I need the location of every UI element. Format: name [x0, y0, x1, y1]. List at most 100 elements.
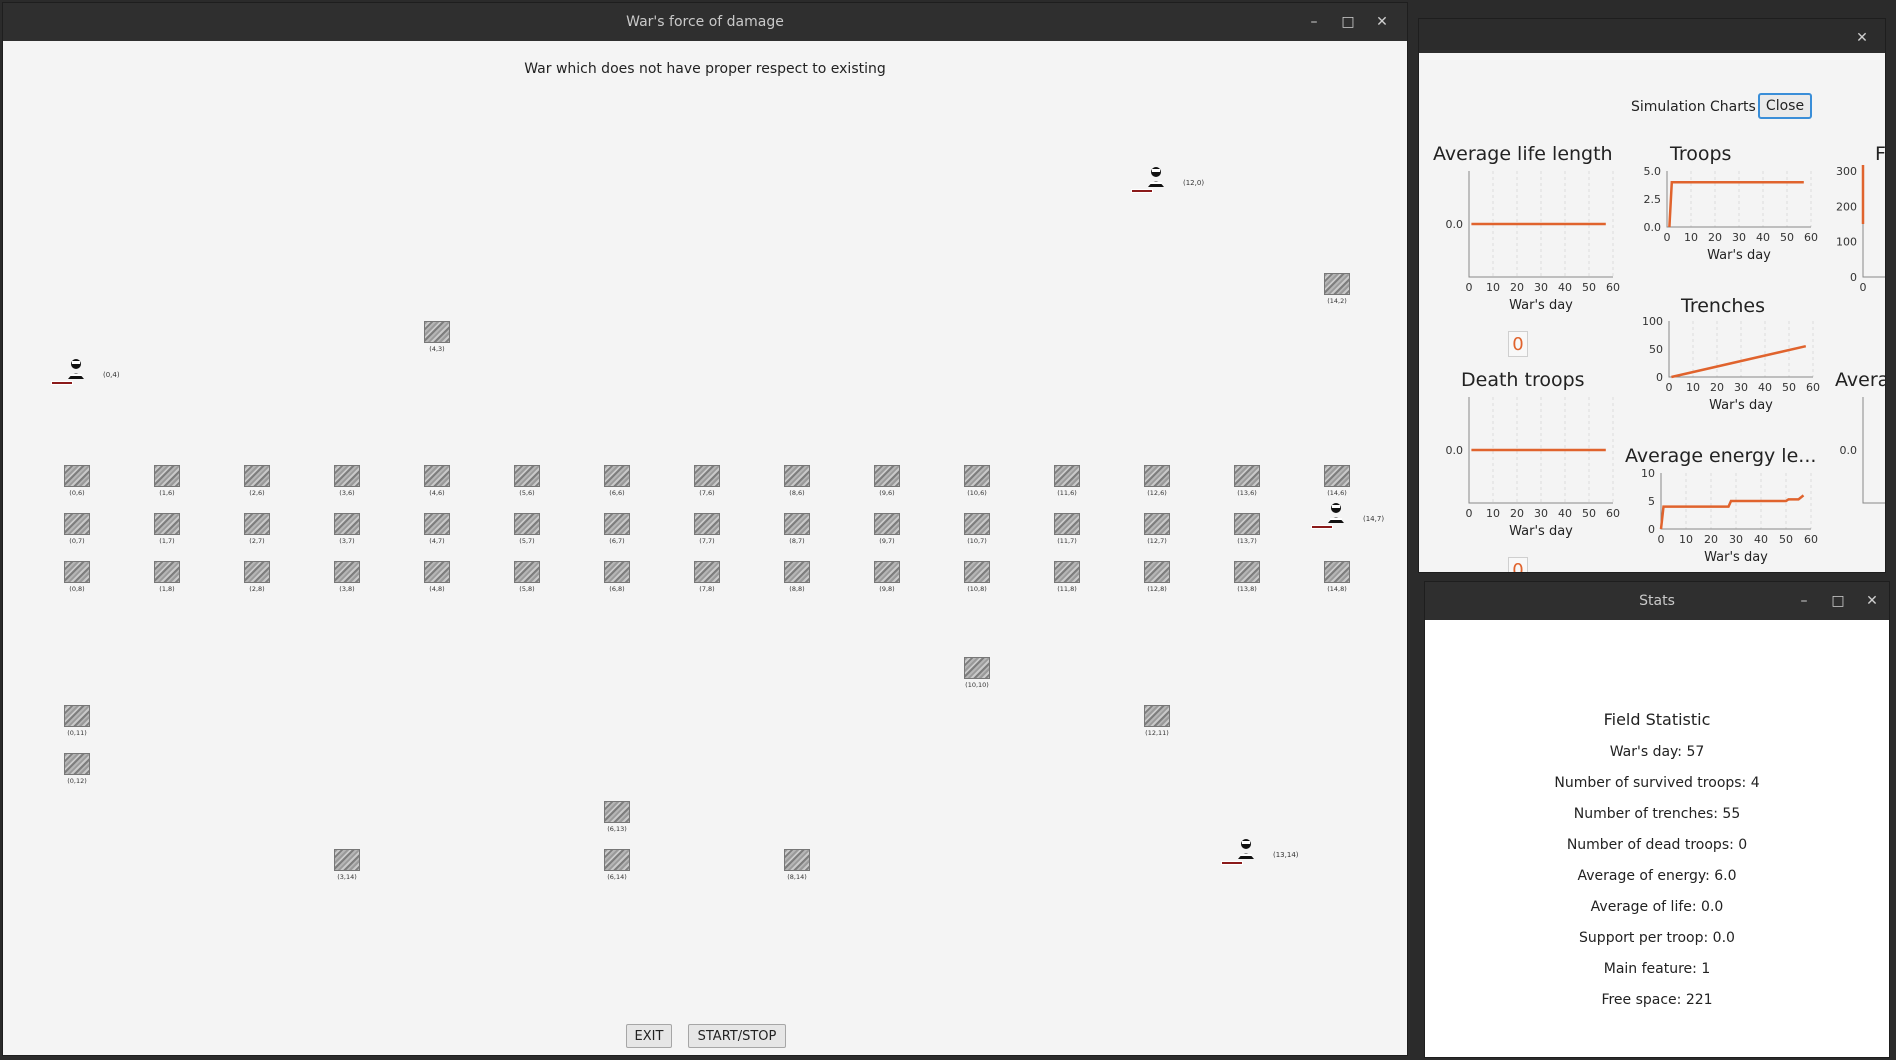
trench-cell[interactable]: (7,8)	[685, 561, 729, 593]
trench-cell[interactable]: (7,7)	[685, 513, 729, 545]
trench-cell[interactable]: (11,6)	[1045, 465, 1089, 497]
troop-unit[interactable]	[1131, 165, 1171, 195]
stat-survived-troops: Number of survived troops: 4	[1554, 775, 1760, 791]
trench-cell[interactable]: (4,8)	[415, 561, 459, 593]
trench-cell[interactable]: (8,7)	[775, 513, 819, 545]
troop-unit[interactable]	[51, 357, 91, 387]
trench-cell[interactable]: (9,8)	[865, 561, 909, 593]
trench-cell[interactable]: (4,7)	[415, 513, 459, 545]
trench-cell[interactable]: (0,7)	[55, 513, 99, 545]
close-icon[interactable]: ✕	[1855, 582, 1889, 620]
counter-death: 0	[1508, 557, 1528, 572]
trench-cell[interactable]: (13,8)	[1225, 561, 1269, 593]
trench-icon	[964, 465, 990, 487]
troop-unit[interactable]	[1221, 837, 1261, 867]
y-tick-label: 0	[1850, 271, 1857, 284]
trench-cell[interactable]: (0,12)	[55, 753, 99, 785]
trench-cell[interactable]: (12,8)	[1135, 561, 1179, 593]
trench-cell[interactable]: (3,14)	[325, 849, 369, 881]
x-tick-label: 50	[1582, 281, 1596, 294]
main-window-title: War's force of damage	[626, 14, 784, 30]
x-tick-label: 30	[1534, 281, 1548, 294]
trench-cell[interactable]: (9,6)	[865, 465, 909, 497]
trench-cell[interactable]: (6,7)	[595, 513, 639, 545]
trench-cell[interactable]: (2,7)	[235, 513, 279, 545]
trench-cell[interactable]: (14,2)	[1315, 273, 1359, 305]
x-tick-label: 40	[1558, 507, 1572, 520]
trench-coord-label: (5,7)	[519, 537, 535, 545]
close-icon[interactable]: ✕	[1845, 19, 1879, 57]
x-tick-label: 10	[1686, 381, 1700, 394]
trench-icon	[964, 561, 990, 583]
trench-cell[interactable]: (10,8)	[955, 561, 999, 593]
y-tick-label: 0	[1656, 371, 1663, 384]
trench-coord-label: (9,7)	[879, 537, 895, 545]
trench-cell[interactable]: (3,6)	[325, 465, 369, 497]
trench-cell[interactable]: (6,8)	[595, 561, 639, 593]
trench-cell[interactable]: (13,7)	[1225, 513, 1269, 545]
trench-cell[interactable]: (0,11)	[55, 705, 99, 737]
x-tick-label: 0	[1466, 281, 1473, 294]
minimize-icon[interactable]: –	[1297, 3, 1331, 41]
trench-icon	[964, 513, 990, 535]
close-icon[interactable]: ✕	[1365, 3, 1399, 41]
x-tick-label: 10	[1486, 507, 1500, 520]
trench-cell[interactable]: (10,10)	[955, 657, 999, 689]
trench-cell[interactable]: (8,6)	[775, 465, 819, 497]
x-tick-label: 40	[1754, 533, 1768, 546]
trench-cell[interactable]: (9,7)	[865, 513, 909, 545]
trench-coord-label: (10,10)	[965, 681, 989, 689]
trench-cell[interactable]: (11,7)	[1045, 513, 1089, 545]
trench-cell[interactable]: (3,7)	[325, 513, 369, 545]
trench-cell[interactable]: (12,11)	[1135, 705, 1179, 737]
trench-cell[interactable]: (8,8)	[775, 561, 819, 593]
troop-unit[interactable]	[1311, 501, 1351, 531]
trench-cell[interactable]: (6,6)	[595, 465, 639, 497]
maximize-icon[interactable]: □	[1821, 582, 1855, 620]
trench-cell[interactable]: (13,6)	[1225, 465, 1269, 497]
soldier-icon	[1324, 501, 1348, 525]
exit-button[interactable]: EXIT	[626, 1024, 672, 1048]
trench-cell[interactable]: (5,8)	[505, 561, 549, 593]
trench-cell[interactable]: (10,7)	[955, 513, 999, 545]
trench-icon	[154, 465, 180, 487]
trench-cell[interactable]: (0,8)	[55, 561, 99, 593]
trench-cell[interactable]: (2,8)	[235, 561, 279, 593]
trench-cell[interactable]: (5,7)	[505, 513, 549, 545]
main-titlebar[interactable]: War's force of damage – □ ✕	[3, 3, 1407, 41]
trench-cell[interactable]: (14,8)	[1315, 561, 1359, 593]
trench-cell[interactable]: (11,8)	[1045, 561, 1089, 593]
trench-cell[interactable]: (5,6)	[505, 465, 549, 497]
trench-cell[interactable]: (2,6)	[235, 465, 279, 497]
stat-main-feature: Main feature: 1	[1603, 961, 1711, 977]
start-stop-button[interactable]: START/STOP	[688, 1024, 786, 1048]
trench-icon	[604, 561, 630, 583]
trench-cell[interactable]: (1,7)	[145, 513, 189, 545]
trench-cell[interactable]: (12,7)	[1135, 513, 1179, 545]
trench-cell[interactable]: (10,6)	[955, 465, 999, 497]
trench-cell[interactable]: (1,8)	[145, 561, 189, 593]
trench-cell[interactable]: (1,6)	[145, 465, 189, 497]
maximize-icon[interactable]: □	[1331, 3, 1365, 41]
series-line	[1861, 165, 1865, 225]
stats-titlebar[interactable]: Stats – □ ✕	[1425, 582, 1889, 620]
trench-cell[interactable]: (7,6)	[685, 465, 729, 497]
trench-coord-label: (11,6)	[1057, 489, 1077, 497]
trench-cell[interactable]: (3,8)	[325, 561, 369, 593]
trench-cell[interactable]: (0,6)	[55, 465, 99, 497]
trench-cell[interactable]: (4,3)	[415, 321, 459, 353]
trench-cell[interactable]: (12,6)	[1135, 465, 1179, 497]
trench-coord-label: (7,6)	[699, 489, 715, 497]
minimize-icon[interactable]: –	[1787, 582, 1821, 620]
x-tick-label: 30	[1732, 231, 1746, 244]
trench-cell[interactable]: (8,14)	[775, 849, 819, 881]
trench-coord-label: (3,8)	[339, 585, 355, 593]
trench-cell[interactable]: (4,6)	[415, 465, 459, 497]
charts-close-button[interactable]: Close	[1758, 93, 1812, 119]
charts-titlebar[interactable]: ✕	[1419, 19, 1885, 53]
trench-cell[interactable]: (6,14)	[595, 849, 639, 881]
health-bar	[1131, 189, 1153, 193]
trench-cell[interactable]: (14,6)	[1315, 465, 1359, 497]
trench-icon	[1324, 273, 1350, 295]
trench-cell[interactable]: (6,13)	[595, 801, 639, 833]
